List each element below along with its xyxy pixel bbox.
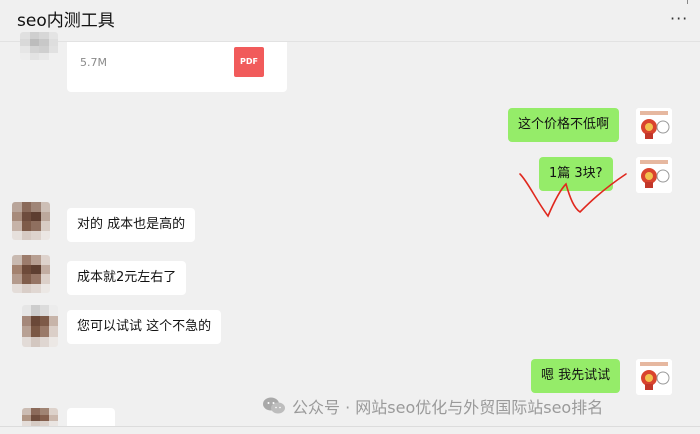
avatar[interactable] [12,202,50,240]
message-bubble-outgoing[interactable]: 嗯 我先试试 [531,359,621,393]
avatar[interactable] [22,305,58,347]
avatar[interactable] [636,108,672,144]
file-message[interactable]: 5.7M PDF [67,42,287,92]
message-bubble-incoming[interactable]: 成本就2元左右了 [67,261,187,295]
window-edge-mark [687,0,688,4]
chat-title: seo内测工具 [17,11,115,31]
avatar[interactable] [12,255,50,293]
message-bubble-incoming[interactable]: 对的 成本也是高的 [67,208,196,242]
message-bubble-incoming[interactable]: 您可以试试 这个不急的 [67,310,222,344]
avatar[interactable] [20,32,58,60]
wechat-icon [262,396,286,416]
seal-avatar-icon [636,157,672,193]
avatar[interactable] [636,359,672,395]
more-horizontal-icon[interactable]: ··· [670,11,690,27]
red-scribble-annotation [519,173,627,218]
pdf-file-icon: PDF [234,47,264,77]
chat-header: seo内测工具 ··· [0,0,700,42]
watermark: 公众号 · 网站seo优化与外贸国际站seo排名 [262,395,603,417]
avatar[interactable] [636,157,672,193]
message-bubble-outgoing[interactable]: 这个价格不低啊 [508,108,620,142]
seal-avatar-icon [636,359,672,395]
file-size: 5.7M [80,56,107,69]
watermark-text: 公众号 · 网站seo优化与外贸国际站seo排名 [292,398,604,417]
seal-avatar-icon [636,108,672,144]
message-composer[interactable] [0,426,700,434]
